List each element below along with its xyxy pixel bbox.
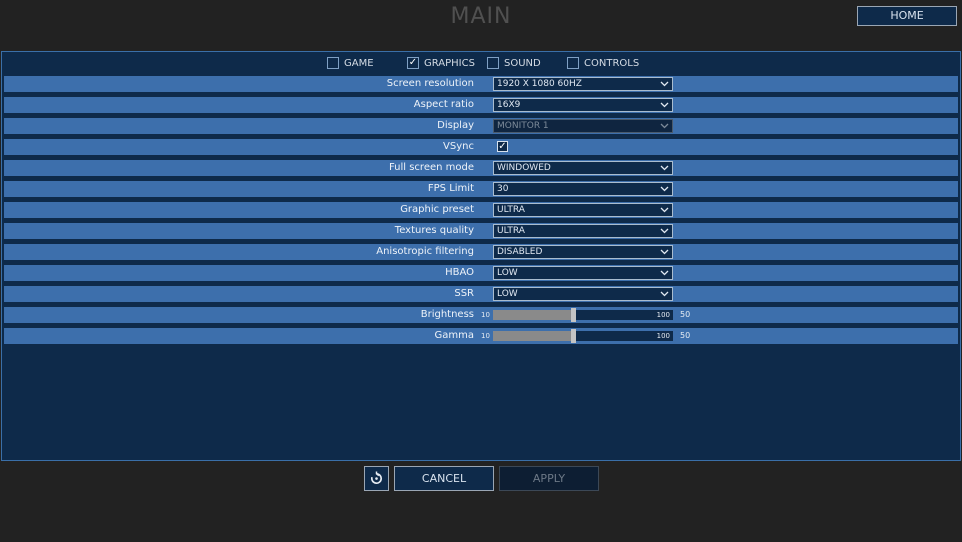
fps-limit-label: FPS Limit [427,183,474,194]
chevron-down-icon [660,165,669,171]
screen-resolution-dropdown[interactable]: 1920 X 1080 60HZ [493,77,673,91]
gamma-value: 50 [680,331,691,340]
display-dropdown: MONITOR 1 [493,119,673,133]
chevron-down-icon [660,81,669,87]
setting-row-textures-quality: Textures quality ULTRA [4,223,958,239]
ssr-label: SSR [454,288,474,299]
hbao-value: LOW [497,268,518,278]
checkmark-icon: ✓ [498,141,507,152]
hbao-label: HBAO [445,267,474,278]
checkmark-icon: ✓ [408,57,418,68]
chevron-down-icon [660,270,669,276]
chevron-down-icon [660,291,669,297]
gamma-min-label: 10 [481,332,490,340]
page-title: MAIN [450,4,512,29]
setting-row-vsync: VSync ✓ [4,139,958,155]
gamma-label: Gamma [434,330,475,341]
brightness-slider-handle[interactable] [571,308,576,322]
gamma-slider[interactable]: 100 [493,329,673,343]
graphic-preset-dropdown[interactable]: ULTRA [493,203,673,217]
chevron-down-icon [660,207,669,213]
home-button[interactable]: HOME [857,6,957,26]
display-value: MONITOR 1 [497,121,549,131]
settings-tabs: GAME ✓ GRAPHICS SOUND CONTROLS [2,55,960,71]
apply-button[interactable]: APPLY [499,466,599,491]
brightness-min-label: 10 [481,311,490,319]
ssr-dropdown[interactable]: LOW [493,287,673,301]
tab-game[interactable]: GAME [327,55,374,71]
reset-icon [370,471,383,485]
setting-row-aspect-ratio: Aspect ratio 16X9 [4,97,958,113]
screen-resolution-value: 1920 X 1080 60HZ [497,79,582,89]
brightness-label: Brightness [420,309,474,320]
textures-quality-dropdown[interactable]: ULTRA [493,224,673,238]
tab-game-checkbox[interactable] [327,57,339,69]
setting-row-display: Display MONITOR 1 [4,118,958,134]
tab-controls-label: CONTROLS [584,57,640,69]
anisotropic-filtering-label: Anisotropic filtering [376,246,474,257]
display-label: Display [437,120,474,131]
setting-row-gamma: Gamma 10 100 50 [4,328,958,344]
cancel-button[interactable]: CANCEL [394,466,494,491]
tab-sound-label: SOUND [504,57,541,69]
vsync-checkbox[interactable]: ✓ [497,141,508,152]
ssr-value: LOW [497,289,518,299]
chevron-down-icon [660,228,669,234]
chevron-down-icon [660,102,669,108]
chevron-down-icon [660,123,669,129]
brightness-max-label: 100 [656,311,670,319]
gamma-max-label: 100 [656,332,670,340]
graphic-preset-label: Graphic preset [400,204,474,215]
setting-row-full-screen-mode: Full screen mode WINDOWED [4,160,958,176]
hbao-dropdown[interactable]: LOW [493,266,673,280]
settings-screen: MAIN HOME GAME ✓ GRAPHICS SOUND CONTROLS… [0,0,962,542]
gamma-slider-handle[interactable] [571,329,576,343]
setting-row-anisotropic-filtering: Anisotropic filtering DISABLED [4,244,958,260]
full-screen-mode-label: Full screen mode [388,162,474,173]
aspect-ratio-dropdown[interactable]: 16X9 [493,98,673,112]
aspect-ratio-label: Aspect ratio [413,99,474,110]
tab-sound[interactable]: SOUND [487,55,541,71]
vsync-label: VSync [443,141,474,152]
reset-button[interactable] [364,466,389,491]
aspect-ratio-value: 16X9 [497,100,521,110]
setting-row-brightness: Brightness 10 100 50 [4,307,958,323]
settings-panel: GAME ✓ GRAPHICS SOUND CONTROLS Screen re… [1,51,961,461]
tab-graphics[interactable]: ✓ GRAPHICS [407,55,475,71]
brightness-slider-fill [493,310,574,320]
tab-game-label: GAME [344,57,374,69]
tab-sound-checkbox[interactable] [487,57,499,69]
gamma-slider-fill [493,331,574,341]
full-screen-mode-value: WINDOWED [497,163,551,173]
tab-graphics-checkbox[interactable]: ✓ [407,57,419,69]
chevron-down-icon [660,186,669,192]
chevron-down-icon [660,249,669,255]
brightness-value: 50 [680,310,691,319]
tab-controls[interactable]: CONTROLS [567,55,639,71]
textures-quality-label: Textures quality [394,225,474,236]
setting-row-hbao: HBAO LOW [4,265,958,281]
setting-row-graphic-preset: Graphic preset ULTRA [4,202,958,218]
brightness-slider[interactable]: 100 [493,308,673,322]
graphic-preset-value: ULTRA [497,205,525,215]
tab-controls-checkbox[interactable] [567,57,579,69]
tab-graphics-label: GRAPHICS [424,57,475,69]
fps-limit-dropdown[interactable]: 30 [493,182,673,196]
textures-quality-value: ULTRA [497,226,525,236]
fps-limit-value: 30 [497,184,509,194]
setting-row-ssr: SSR LOW [4,286,958,302]
anisotropic-filtering-dropdown[interactable]: DISABLED [493,245,673,259]
setting-row-screen-resolution: Screen resolution 1920 X 1080 60HZ [4,76,958,92]
screen-resolution-label: Screen resolution [386,78,474,89]
full-screen-mode-dropdown[interactable]: WINDOWED [493,161,673,175]
setting-row-fps-limit: FPS Limit 30 [4,181,958,197]
anisotropic-filtering-value: DISABLED [497,247,543,257]
